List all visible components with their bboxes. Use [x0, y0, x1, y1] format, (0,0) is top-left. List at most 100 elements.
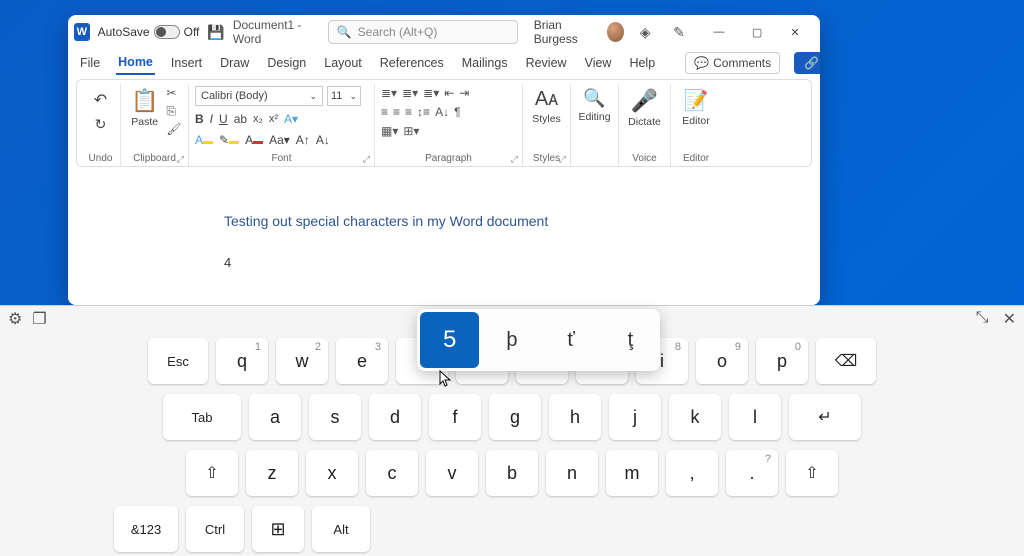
align-right-button[interactable]: ≡: [405, 105, 412, 119]
pen-icon[interactable]: ✎: [666, 24, 692, 41]
format-painter-icon[interactable]: 🖌: [166, 122, 181, 136]
launcher-icon[interactable]: ⤢: [177, 154, 184, 165]
borders-button[interactable]: ⊞▾: [403, 124, 419, 138]
popup-option-ť[interactable]: ť: [542, 309, 601, 371]
key-f[interactable]: f: [429, 394, 481, 440]
key-j[interactable]: j: [609, 394, 661, 440]
key-⇧[interactable]: ⇧: [786, 450, 838, 496]
bullets-button[interactable]: ≣▾: [381, 86, 397, 100]
multilevel-button[interactable]: ≣▾: [423, 86, 439, 100]
key-s[interactable]: s: [309, 394, 361, 440]
key-k[interactable]: k: [669, 394, 721, 440]
minimize-button[interactable]: —: [700, 15, 738, 49]
autosave-toggle[interactable]: AutoSave Off: [98, 25, 200, 39]
document-heading[interactable]: Testing out special characters in my Wor…: [224, 213, 724, 229]
popup-option-þ[interactable]: þ: [482, 309, 541, 371]
key-g[interactable]: g: [489, 394, 541, 440]
increase-indent-button[interactable]: ⇥: [459, 86, 469, 100]
tab-insert[interactable]: Insert: [169, 52, 204, 74]
tab-layout[interactable]: Layout: [322, 52, 364, 74]
shrink-font-button[interactable]: A↓: [316, 132, 330, 148]
toggle-switch[interactable]: [154, 25, 180, 39]
text-effects-button[interactable]: A▾: [284, 111, 298, 127]
paste-button[interactable]: 📋 Paste: [127, 86, 162, 130]
key-ctrl[interactable]: Ctrl: [186, 506, 244, 552]
diamond-icon[interactable]: ◈: [632, 24, 658, 41]
decrease-indent-button[interactable]: ⇤: [444, 86, 454, 100]
key-x[interactable]: x: [306, 450, 358, 496]
key-l[interactable]: l: [729, 394, 781, 440]
document-area[interactable]: Testing out special characters in my Wor…: [68, 173, 820, 305]
key-e[interactable]: e3: [336, 338, 388, 384]
key-w[interactable]: w2: [276, 338, 328, 384]
copy-icon[interactable]: ⎘: [166, 104, 181, 118]
grow-font-button[interactable]: A↑: [296, 132, 310, 148]
keyboard-close-icon[interactable]: ✕: [1003, 309, 1016, 329]
key-d[interactable]: d: [369, 394, 421, 440]
shading-button[interactable]: ▦▾: [381, 124, 398, 138]
tab-references[interactable]: References: [378, 52, 446, 74]
save-icon[interactable]: 💾: [207, 24, 224, 41]
key-v[interactable]: v: [426, 450, 478, 496]
dictate-button[interactable]: 🎤 Dictate: [624, 86, 665, 130]
close-button[interactable]: ✕: [776, 15, 814, 49]
subscript-button[interactable]: x₂: [253, 111, 263, 127]
key-esc[interactable]: Esc: [148, 338, 208, 384]
key-q[interactable]: q1: [216, 338, 268, 384]
tab-review[interactable]: Review: [524, 52, 569, 74]
strike-button[interactable]: ab: [234, 111, 247, 127]
undo-icon[interactable]: ↶: [94, 90, 107, 110]
popup-option-ţ[interactable]: ţ: [601, 309, 660, 371]
sort-button[interactable]: A↓: [435, 105, 449, 119]
key-,[interactable]: ,: [666, 450, 718, 496]
key-↵[interactable]: ↵: [789, 394, 861, 440]
font-color-button[interactable]: A: [195, 132, 213, 148]
key-b[interactable]: b: [486, 450, 538, 496]
tab-design[interactable]: Design: [265, 52, 308, 74]
launcher-icon[interactable]: ⤢: [511, 154, 518, 165]
change-case-button[interactable]: Aa▾: [269, 132, 290, 148]
key-a[interactable]: a: [249, 394, 301, 440]
key-.[interactable]: .?: [726, 450, 778, 496]
cut-icon[interactable]: ✂: [166, 86, 181, 100]
show-marks-button[interactable]: ¶: [454, 105, 460, 119]
numbering-button[interactable]: ≣▾: [402, 86, 418, 100]
superscript-button[interactable]: x²: [269, 111, 278, 127]
styles-button[interactable]: Aᴀ Styles: [528, 86, 565, 127]
tab-view[interactable]: View: [583, 52, 614, 74]
key-h[interactable]: h: [549, 394, 601, 440]
key-m[interactable]: m: [606, 450, 658, 496]
font-name-dropdown[interactable]: Calibri (Body)⌄: [195, 86, 323, 106]
key-z[interactable]: z: [246, 450, 298, 496]
key-o[interactable]: o9: [696, 338, 748, 384]
search-box[interactable]: 🔍 Search (Alt+Q): [328, 20, 518, 44]
key-⇧[interactable]: ⇧: [186, 450, 238, 496]
underline-button[interactable]: U: [219, 111, 228, 127]
font-size-dropdown[interactable]: 11⌄: [327, 86, 361, 106]
launcher-icon[interactable]: ⤢: [363, 154, 370, 165]
italic-button[interactable]: I: [210, 111, 213, 127]
share-button[interactable]: 🔗 Share: [794, 52, 820, 74]
editing-button[interactable]: 🔍 Editing: [574, 86, 614, 125]
document-body[interactable]: 4: [224, 255, 724, 270]
account-name[interactable]: Brian Burgess: [534, 18, 599, 46]
tab-help[interactable]: Help: [627, 52, 657, 74]
key-c[interactable]: c: [366, 450, 418, 496]
key-⊞[interactable]: ⊞: [252, 506, 304, 552]
tab-draw[interactable]: Draw: [218, 52, 251, 74]
key-⌫[interactable]: ⌫: [816, 338, 876, 384]
line-spacing-button[interactable]: ↕≡: [417, 105, 430, 119]
avatar[interactable]: [607, 22, 624, 42]
key-n[interactable]: n: [546, 450, 598, 496]
maximize-button[interactable]: ▢: [738, 15, 776, 49]
align-center-button[interactable]: ≡: [393, 105, 400, 119]
key-&123[interactable]: &123: [114, 506, 178, 552]
highlight-button[interactable]: ✎: [219, 132, 239, 148]
doc-icon[interactable]: ❐: [32, 309, 46, 329]
tab-home[interactable]: Home: [116, 51, 155, 75]
gear-icon[interactable]: ⚙: [8, 309, 22, 329]
comments-button[interactable]: 💬 Comments: [685, 52, 780, 74]
key-p[interactable]: p0: [756, 338, 808, 384]
bold-button[interactable]: B: [195, 111, 204, 127]
tab-file[interactable]: File: [78, 52, 102, 74]
